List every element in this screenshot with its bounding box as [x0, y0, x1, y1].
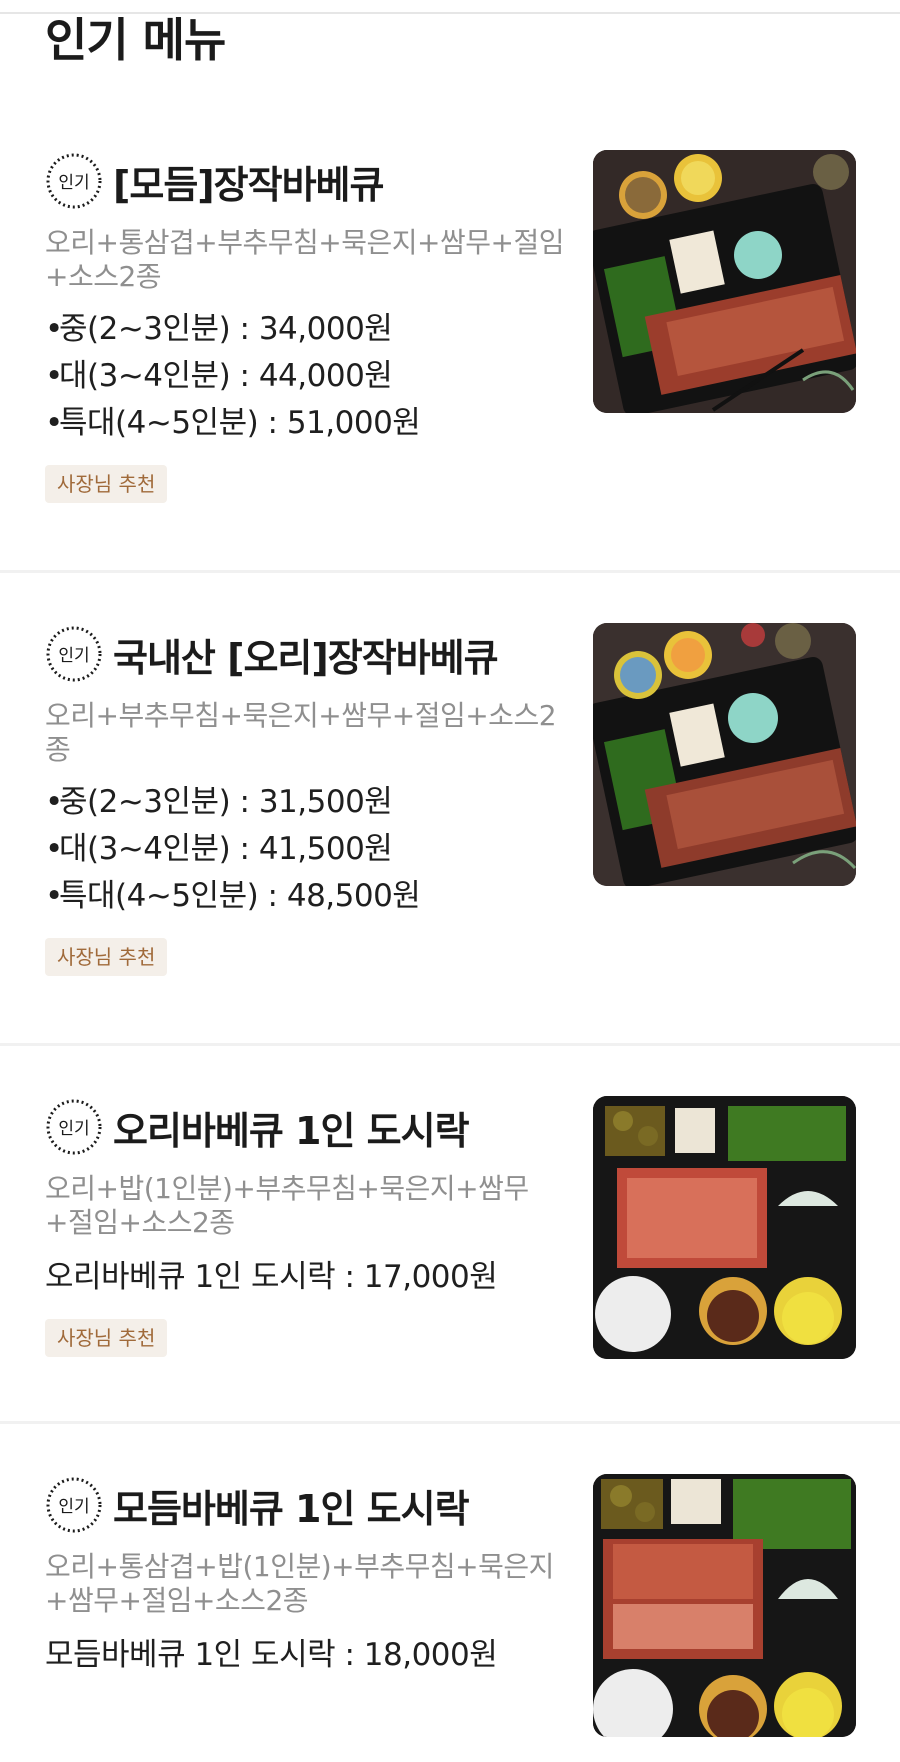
section-title: 인기 메뉴	[45, 13, 226, 67]
price-option: •특대(4~5인분) : 48,500원	[45, 878, 421, 914]
svg-text:인기: 인기	[58, 173, 89, 193]
menu-photo[interactable]	[593, 623, 856, 886]
menu-item[interactable]: 인기 모듬바베큐 1인 도시락 오리+통삼겹+밥(1인분)+부추무침+묵은지+쌈…	[0, 1424, 900, 1737]
price-single: 오리바베큐 1인 도시락 : 17,000원	[45, 1259, 498, 1295]
menu-item[interactable]: 인기 오리바베큐 1인 도시락 오리+밥(1인분)+부추무침+묵은지+쌈무+절임…	[0, 1046, 900, 1424]
recommend-tag: 사장님 추천	[45, 938, 168, 976]
mixed-lunchbox-image	[593, 1474, 856, 1737]
menu-item-info: 인기 국내산 [오리]장작바베큐 오리+부추무침+묵은지+쌈무+절임+소스2종 …	[45, 623, 575, 976]
popular-badge-icon: 인기	[46, 626, 102, 682]
popular-badge-icon: 인기	[46, 1477, 102, 1533]
menu-description: 오리+부추무침+묵은지+쌈무+절임+소스2종	[45, 699, 557, 766]
price-option: •대(3~4인분) : 41,500원	[45, 831, 393, 867]
duck-bbq-box-image	[593, 623, 856, 886]
menu-photo[interactable]	[593, 1096, 856, 1359]
recommend-tag: 사장님 추천	[45, 1319, 168, 1357]
menu-name-row: 인기 국내산 [오리]장작바베큐	[45, 623, 575, 685]
menu-name: 모듬바베큐 1인 도시락	[113, 1486, 470, 1531]
price-single: 모듬바베큐 1인 도시락 : 18,000원	[45, 1637, 498, 1673]
price-list: •중(2~3인분) : 34,000원 •대(3~4인분) : 44,000원 …	[45, 306, 575, 447]
menu-item-info: 인기 오리바베큐 1인 도시락 오리+밥(1인분)+부추무침+묵은지+쌈무+절임…	[45, 1096, 575, 1357]
price-option: •특대(4~5인분) : 51,000원	[45, 405, 421, 441]
duck-lunchbox-image	[593, 1096, 856, 1359]
svg-text:인기: 인기	[58, 1119, 89, 1139]
menu-description: 오리+통삼겹+부추무침+묵은지+쌈무+절임+소스2종	[45, 226, 564, 293]
menu-item-info: 인기 모듬바베큐 1인 도시락 오리+통삼겹+밥(1인분)+부추무침+묵은지+쌈…	[45, 1474, 575, 1679]
menu-name-row: 인기 오리바베큐 1인 도시락	[45, 1096, 575, 1158]
menu-item[interactable]: 인기 국내산 [오리]장작바베큐 오리+부추무침+묵은지+쌈무+절임+소스2종 …	[0, 573, 900, 1046]
menu-name: 국내산 [오리]장작바베큐	[113, 635, 499, 680]
menu-name-row: 인기 [모듬]장작바베큐	[45, 150, 575, 212]
menu-item[interactable]: 인기 [모듬]장작바베큐 오리+통삼겹+부추무침+묵은지+쌈무+절임+소스2종 …	[0, 100, 900, 573]
menu-photo[interactable]	[593, 1474, 856, 1737]
recommend-tag: 사장님 추천	[45, 465, 168, 503]
menu-description: 오리+통삼겹+밥(1인분)+부추무침+묵은지+쌈무+절임+소스2종	[45, 1550, 554, 1617]
menu-name: 오리바베큐 1인 도시락	[113, 1108, 470, 1153]
price-option: •중(2~3인분) : 31,500원	[45, 784, 393, 820]
svg-text:인기: 인기	[58, 646, 89, 666]
price-list: •중(2~3인분) : 31,500원 •대(3~4인분) : 41,500원 …	[45, 779, 575, 920]
menu-item-info: 인기 [모듬]장작바베큐 오리+통삼겹+부추무침+묵은지+쌈무+절임+소스2종 …	[45, 150, 575, 503]
popular-badge-icon: 인기	[46, 1099, 102, 1155]
menu-description: 오리+밥(1인분)+부추무침+묵은지+쌈무+절임+소스2종	[45, 1172, 529, 1239]
menu-photo[interactable]	[593, 150, 856, 413]
menu-name-row: 인기 모듬바베큐 1인 도시락	[45, 1474, 575, 1536]
popular-badge-icon: 인기	[46, 153, 102, 209]
price-option: •중(2~3인분) : 34,000원	[45, 311, 393, 347]
menu-name: [모듬]장작바베큐	[113, 162, 384, 207]
svg-text:인기: 인기	[58, 1497, 89, 1517]
bbq-box-image	[593, 150, 856, 413]
menu-list: 인기 [모듬]장작바베큐 오리+통삼겹+부추무침+묵은지+쌈무+절임+소스2종 …	[0, 100, 900, 1737]
price-option: •대(3~4인분) : 44,000원	[45, 358, 393, 394]
